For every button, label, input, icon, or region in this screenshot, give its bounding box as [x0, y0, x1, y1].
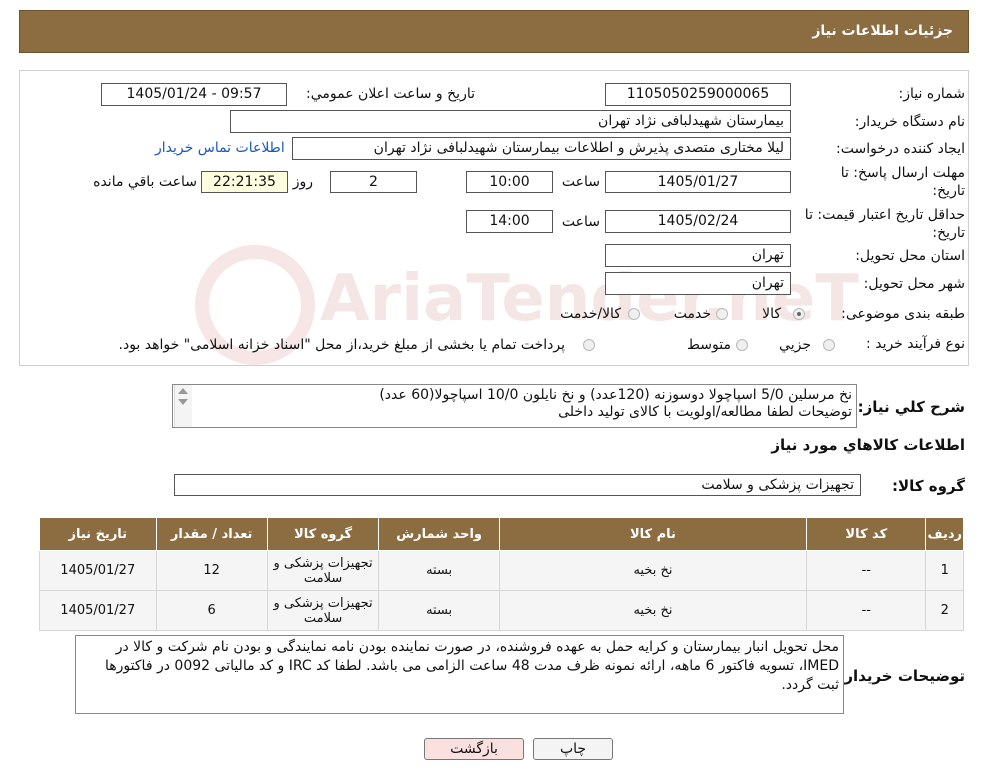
city-field: تهران [605, 272, 791, 295]
purchase-radio-medium[interactable] [736, 339, 748, 351]
items-table: رديف کد کالا نام کالا واحد شمارش گروه کا… [39, 517, 964, 631]
col-unit: واحد شمارش [378, 517, 500, 551]
buyer-notes-textarea[interactable]: محل تحویل انبار بیمارستان و کرایه حمل به… [75, 635, 844, 714]
cell-group: تجهیزات پزشکی و سلامت [266, 590, 380, 631]
validity-label: حداقل تاريخ اعتبار قيمت: تا تاريخ: [804, 207, 965, 241]
cell-unit: بسته [378, 550, 500, 591]
purchase-option-minor: جزيي [779, 337, 811, 353]
col-name: نام کالا [498, 517, 808, 551]
buyer-org-label: نام دستگاه خريدار: [854, 114, 965, 130]
scroll-up-icon[interactable] [178, 388, 188, 394]
deadline-time-label: ساعت [561, 174, 600, 190]
purchase-option-medium: متوسط [687, 337, 731, 353]
col-code: کد کالا [806, 517, 927, 551]
buyer-org-field: بیمارستان شهیدلبافی نژاد تهران [230, 110, 791, 133]
purchase-note: پرداخت تمام یا بخشی از مبلغ خرید،از محل … [118, 337, 565, 353]
deadline-date-field: 1405/01/27 [605, 171, 791, 193]
summary-label: شرح کلي نياز: [857, 398, 965, 416]
items-section-title: اطلاعات کالاهاي مورد نياز [771, 436, 965, 454]
category-radio-goods-service[interactable] [628, 308, 640, 320]
remaining-label: ساعت باقي مانده [93, 174, 197, 190]
summary-textarea[interactable]: نخ مرسلین 5/0 اسپاچولا دوسوزنه (120عدد) … [172, 384, 857, 428]
category-label: طبقه بندی موضوعی: [841, 306, 965, 322]
cell-qty: 12 [155, 550, 268, 591]
purchase-radio-minor[interactable] [823, 339, 835, 351]
cell-code: -- [806, 550, 927, 591]
summary-line-1: نخ مرسلین 5/0 اسپاچولا دوسوزنه (120عدد) … [379, 387, 852, 403]
page-title: جزئیات اطلاعات نیاز [812, 23, 953, 39]
deadline-time-field: 10:00 [466, 171, 553, 193]
summary-scrollbar[interactable] [174, 385, 192, 427]
need-number-field: 1105050259000065 [605, 83, 791, 106]
province-label: استان محل تحويل: [855, 248, 965, 264]
summary-line-2: توضیحات لطفا مطالعه/اولویت با کالای تولی… [558, 404, 852, 420]
cell-name: نخ بخیه [498, 590, 808, 631]
col-date: تاريخ نياز [39, 517, 157, 551]
cell-group: تجهیزات پزشکی و سلامت [266, 550, 380, 591]
col-group: گروه کالا [266, 517, 380, 551]
goods-group-label: گروه کالا: [892, 477, 965, 495]
cell-row: 1 [925, 550, 964, 591]
days-field: 2 [330, 171, 417, 193]
table-row: 1 -- نخ بخیه بسته تجهیزات پزشکی و سلامت … [39, 550, 964, 591]
cell-unit: بسته [378, 590, 500, 631]
creator-label: ايجاد کننده درخواست: [836, 141, 965, 157]
buyer-contact-link[interactable]: اطلاعات تماس خريدار [155, 140, 285, 156]
cell-name: نخ بخیه [498, 550, 808, 591]
col-qty: تعداد / مقدار [155, 517, 268, 551]
category-radio-service[interactable] [716, 308, 728, 320]
print-button[interactable]: چاپ [533, 738, 613, 760]
scroll-down-icon[interactable] [178, 399, 188, 405]
category-radio-goods[interactable] [793, 308, 805, 320]
treasury-checkbox[interactable] [583, 339, 595, 351]
province-field: تهران [605, 244, 791, 267]
cell-qty: 6 [155, 590, 268, 631]
cell-row: 2 [925, 590, 964, 631]
goods-group-field: تجهیزات پزشکی و سلامت [174, 474, 861, 496]
col-row: رديف [925, 517, 964, 551]
announce-label: تاریخ و ساعت اعلان عمومي: [306, 86, 475, 102]
category-option-service: خدمت [673, 306, 711, 322]
validity-time-label: ساعت [561, 214, 600, 230]
cell-code: -- [806, 590, 927, 631]
purchase-type-label: نوع فرآيند خريد : [866, 336, 965, 352]
city-label: شهر محل تحويل: [863, 276, 965, 292]
table-row: 2 -- نخ بخیه بسته تجهیزات پزشکی و سلامت … [39, 590, 964, 631]
page-header: جزئیات اطلاعات نیاز [19, 10, 969, 53]
announce-field: 1405/01/24 - 09:57 [101, 83, 287, 106]
items-table-header: رديف کد کالا نام کالا واحد شمارش گروه کا… [39, 517, 964, 551]
validity-time-field: 14:00 [466, 210, 553, 233]
cell-date: 1405/01/27 [39, 590, 157, 631]
buyer-notes-label: توضيحات خريدار: [838, 667, 965, 685]
validity-date-field: 1405/02/24 [605, 210, 791, 233]
category-option-goods-service: کالا/خدمت [560, 306, 621, 322]
creator-field: لیلا مختاری متصدی پذیرش و اطلاعات بیمارس… [292, 137, 791, 160]
category-option-goods: کالا [762, 306, 781, 322]
back-button[interactable]: بازگشت [424, 738, 524, 760]
remaining-time-field: 22:21:35 [201, 171, 288, 193]
cell-date: 1405/01/27 [39, 550, 157, 591]
need-number-label: شماره نیاز: [898, 86, 966, 102]
deadline-label: مهلت ارسال پاسخ: تا تاريخ: [840, 165, 965, 199]
